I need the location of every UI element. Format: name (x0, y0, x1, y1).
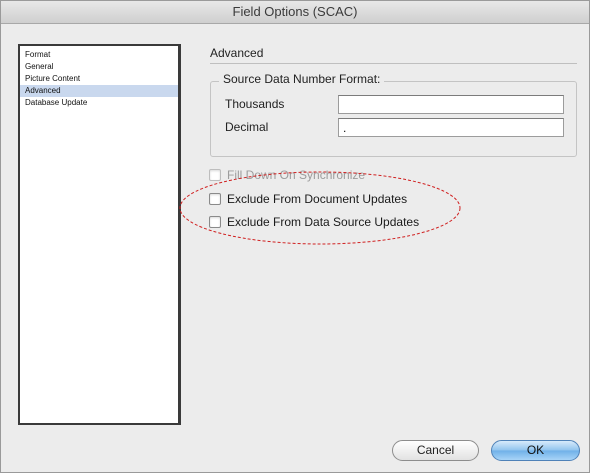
number-format-legend: Source Data Number Format: (219, 72, 385, 86)
exclude-document-updates-option[interactable]: Exclude From Document Updates (209, 191, 407, 207)
thousands-label: Thousands (225, 97, 285, 111)
sidebar-item-picture-content[interactable]: Picture Content (20, 73, 178, 85)
sidebar-item-format[interactable]: Format (20, 49, 178, 61)
sidebar-list: Format General Picture Content Advanced … (20, 46, 178, 109)
field-options-window: Field Options (SCAC) Format General Pict… (0, 0, 590, 473)
fill-down-option[interactable]: Fill Down On Synchronize (209, 167, 365, 183)
sidebar-item-advanced[interactable]: Advanced (20, 85, 178, 97)
decimal-label: Decimal (225, 120, 269, 134)
exclude-document-updates-checkbox[interactable] (209, 193, 221, 205)
cancel-button[interactable]: Cancel (392, 440, 479, 461)
sidebar-item-database-update[interactable]: Database Update (20, 97, 178, 109)
fill-down-label: Fill Down On Synchronize (227, 168, 366, 182)
ok-button[interactable]: OK (491, 440, 580, 461)
exclude-data-source-updates-label: Exclude From Data Source Updates (227, 215, 420, 229)
window-title: Field Options (SCAC) (1, 1, 589, 24)
exclude-data-source-updates-option[interactable]: Exclude From Data Source Updates (209, 214, 419, 230)
exclude-document-updates-label: Exclude From Document Updates (227, 192, 408, 206)
section-title: Advanced (210, 46, 264, 60)
sidebar-item-general[interactable]: General (20, 61, 178, 73)
thousands-input[interactable] (338, 95, 564, 114)
decimal-input[interactable] (338, 118, 564, 137)
sidebar: Format General Picture Content Advanced … (18, 44, 181, 425)
exclude-data-source-updates-checkbox[interactable] (209, 216, 221, 228)
section-divider (210, 63, 577, 64)
fill-down-checkbox[interactable] (209, 169, 221, 181)
